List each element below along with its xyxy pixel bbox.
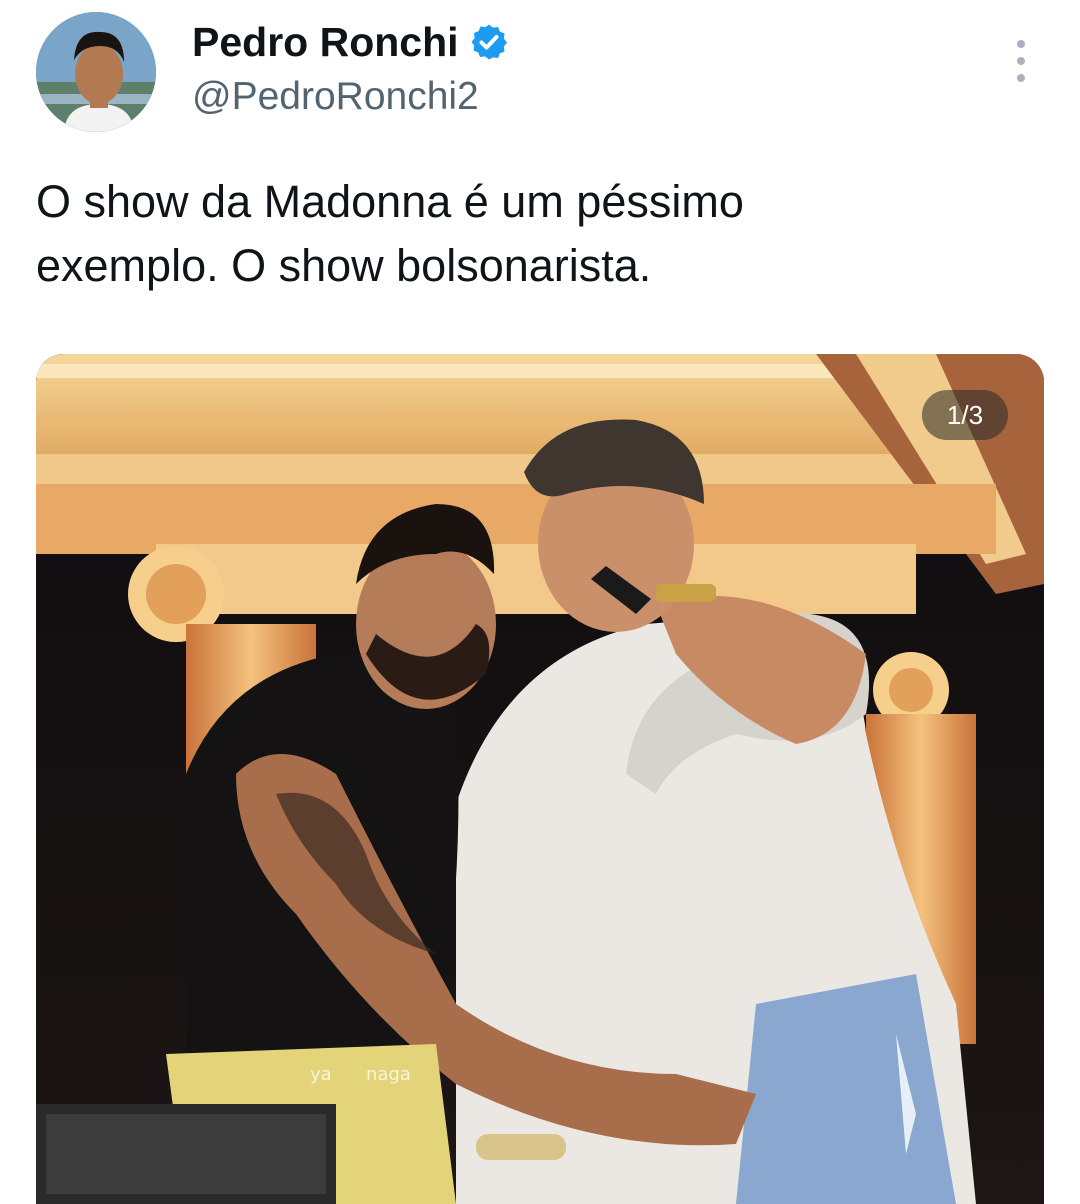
- author-handle[interactable]: @PedroRonchi2: [192, 74, 479, 120]
- verified-badge-icon: [471, 24, 507, 60]
- author-avatar[interactable]: [36, 12, 156, 132]
- tweet-media[interactable]: 1/3: [36, 354, 1044, 1204]
- more-dot: [1017, 57, 1025, 65]
- tweet-text: O show da Madonna é um péssimo exemplo. …: [36, 176, 744, 291]
- author-name-text: Pedro Ronchi: [192, 19, 459, 65]
- media-photo: [36, 354, 1044, 1204]
- author-name[interactable]: Pedro Ronchi: [192, 18, 509, 66]
- avatar-photo: [36, 12, 156, 132]
- media-watermark: ya naga: [310, 1064, 411, 1085]
- more-dot: [1017, 40, 1025, 48]
- more-vertical-icon[interactable]: [1006, 40, 1036, 82]
- media-counter: 1/3: [922, 390, 1008, 440]
- more-dot: [1017, 74, 1025, 82]
